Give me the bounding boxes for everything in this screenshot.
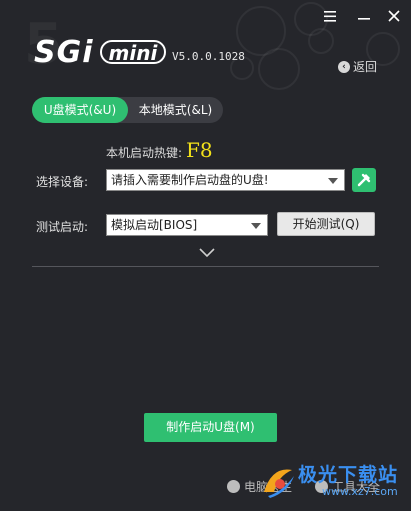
menu-icon[interactable] [320,6,340,26]
test-mode-select[interactable]: 模拟启动[BIOS] [106,214,268,236]
decor-bubble [308,28,334,54]
chevron-down-icon [199,248,215,258]
watermark-logo-icon [264,469,294,498]
make-boot-usb-button[interactable]: 制作启动U盘(M) [144,413,277,442]
device-label: 选择设备: [36,175,89,189]
watermark-url: www.xz7.com [322,485,398,498]
tab-local-mode[interactable]: 本地模式(&L) [128,97,223,123]
start-test-button[interactable]: 开始测试(Q) [277,212,375,236]
close-icon[interactable] [384,6,404,26]
test-mode-value: 模拟启动[BIOS] [111,218,198,232]
hotkey-info: 本机启动热键: F8 [106,138,213,162]
back-arrow-icon: ‹ [338,60,350,73]
app-window: 5 SGi mini V5.0.0.1028 ‹ 返回 U盘模式(&U) 本地模… [0,0,411,511]
doctor-icon [227,480,240,493]
app-logo: SGi mini [34,32,167,72]
device-select-value: 请插入需要制作启动盘的U盘! [111,173,269,187]
hotkey-label: 本机启动热键: [106,146,183,160]
device-select[interactable]: 请插入需要制作启动盘的U盘! [106,169,345,191]
expand-button[interactable] [199,243,215,262]
back-button[interactable]: ‹ 返回 [338,58,377,75]
logo-main-text: SGi [34,34,94,70]
chevron-down-icon [328,178,338,184]
minimize-icon[interactable] [354,6,374,26]
site-watermark: 极光下载站 www.xz7.com [258,458,408,510]
tab-usb-mode[interactable]: U盘模式(&U) [32,97,128,123]
mode-tabs: U盘模式(&U) 本地模式(&L) [32,97,223,123]
watermark-title: 极光下载站 [298,464,399,486]
decor-bubble [258,48,300,90]
test-label: 测试启动: [36,220,89,234]
chevron-down-icon [251,223,261,229]
logo-badge: mini [99,40,167,64]
version-label: V5.0.0.1028 [172,50,245,63]
refresh-tool-icon [357,173,371,187]
section-divider [32,266,379,267]
back-label: 返回 [353,60,378,74]
hotkey-value: F8 [186,138,213,162]
device-tool-button[interactable] [352,168,376,192]
